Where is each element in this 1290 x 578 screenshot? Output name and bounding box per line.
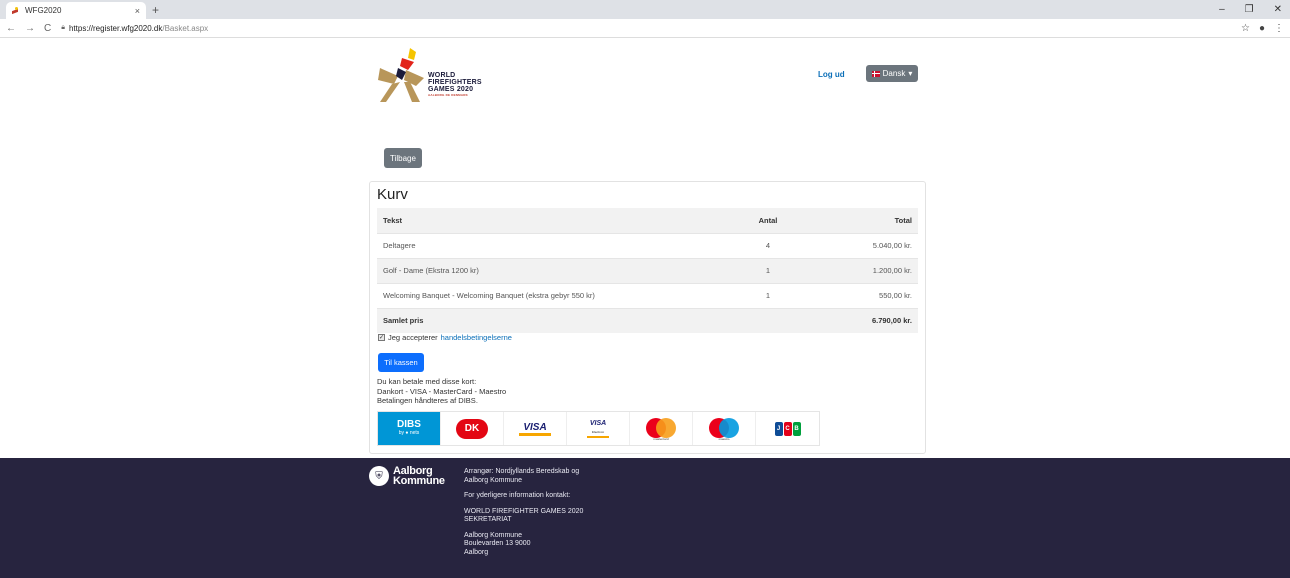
lock-icon[interactable]: 🔒︎ <box>61 24 65 32</box>
terms-accept: ✓ Jeg accepterer handelsbetingelserne <box>378 333 512 342</box>
browser-tab[interactable]: WFG2020 × <box>6 2 146 19</box>
table-row: Golf - Dame (Ekstra 1200 kr) 1 1.200,00 … <box>377 257 918 283</box>
menu-kebab-icon[interactable]: ⋮ <box>1274 23 1284 34</box>
restore-icon[interactable]: ❐ <box>1245 4 1254 15</box>
visa-logo: VISA <box>504 412 567 445</box>
table-row: Deltagere 4 5.040,00 kr. <box>377 232 918 258</box>
new-tab-button[interactable]: + <box>152 3 159 17</box>
column-header-text: Tekst <box>383 215 403 225</box>
row-qty: 1 <box>738 257 798 283</box>
row-total: 550,00 kr. <box>798 282 918 308</box>
payment-info: Du kan betale med disse kort: Dankort - … <box>377 377 506 406</box>
pay-info-line: Betalingen håndteres af DIBS. <box>377 396 478 405</box>
basket-title: Kurv <box>377 186 408 203</box>
table-header-row: Tekst Antal Total <box>377 208 918 233</box>
close-window-icon[interactable]: ✕ <box>1274 4 1282 15</box>
reload-icon[interactable]: C <box>44 23 51 34</box>
address-bar: ← → C 🔒︎ https://register.wfg2020.dk/Bas… <box>0 19 1290 38</box>
aalborg-logo[interactable]: ⛨ Aalborg Kommune <box>369 465 445 487</box>
favicon-icon <box>12 6 20 15</box>
payment-card-logos: DIBS by ● nets DK VISA VISA Electron mast… <box>377 411 820 446</box>
visa-electron-logo: VISA Electron <box>567 412 630 445</box>
pay-info-line: Du kan betale med disse kort: <box>377 377 477 386</box>
row-qty: 4 <box>738 232 798 258</box>
language-dropdown[interactable]: Dansk ▾ <box>866 65 918 82</box>
sum-row: Samlet pris 6.790,00 kr. <box>377 307 918 333</box>
row-total: 5.040,00 kr. <box>798 232 918 258</box>
terms-link[interactable]: handelsbetingelserne <box>441 333 512 342</box>
row-total: 1.200,00 kr. <box>798 257 918 283</box>
firefighter-logo-icon <box>378 48 424 102</box>
basket-table: Tekst Antal Total Deltagere 4 5.040,00 k… <box>377 208 918 333</box>
basket-card: Kurv Tekst Antal Total Deltagere 4 5.040… <box>369 181 926 454</box>
footer-contact-intro: For yderligere information kontakt: <box>464 492 571 499</box>
forward-arrow-icon[interactable]: → <box>25 23 35 34</box>
sum-label: Samlet pris <box>377 307 738 333</box>
row-text: Deltagere <box>377 232 738 258</box>
logout-link[interactable]: Log ud <box>818 70 845 79</box>
back-button[interactable]: Tilbage <box>384 148 422 168</box>
danish-flag-icon <box>871 70 880 77</box>
pay-info-line: Dankort - VISA - MasterCard - Maestro <box>377 386 507 396</box>
accept-label: Jeg accepterer <box>388 333 438 342</box>
footer-address: Aalborg Kommune Boulevarden 13 9000 Aalb… <box>464 531 531 556</box>
row-text: Welcoming Banquet - Welcoming Banquet (e… <box>377 282 738 308</box>
sum-value: 6.790,00 kr. <box>798 307 918 333</box>
toolbar-actions: ☆ ● ⋮ <box>1241 23 1284 34</box>
logo-text: WORLD FIREFIGHTERS GAMES 2020 AALBORG DE… <box>428 72 482 97</box>
table-row: Welcoming Banquet - Welcoming Banquet (e… <box>377 282 918 308</box>
column-header-qty: Antal <box>758 215 778 225</box>
tab-title: WFG2020 <box>25 6 62 15</box>
dankort-logo: DK <box>441 412 504 445</box>
site-header: WORLD FIREFIGHTERS GAMES 2020 AALBORG DE… <box>370 38 926 178</box>
tab-strip: WFG2020 × + – ❐ ✕ <box>0 0 1290 19</box>
profile-icon[interactable]: ● <box>1259 23 1265 34</box>
row-text: Golf - Dame (Ekstra 1200 kr) <box>377 257 738 283</box>
dibs-logo: DIBS by ● nets <box>378 412 441 445</box>
mastercard-logo: mastercard <box>630 412 693 445</box>
row-qty: 1 <box>738 282 798 308</box>
close-tab-icon[interactable]: × <box>135 6 140 16</box>
footer-info: Arrangør: Nordjyllands Beredskab og Aalb… <box>464 468 604 564</box>
language-label: Dansk <box>882 69 906 78</box>
terms-checkbox[interactable]: ✓ <box>378 334 385 341</box>
footer-secretariat: WORLD FIREFIGHTER GAMES 2020 SEKRETARIAT <box>464 507 584 524</box>
jcb-logo: J C B <box>756 412 819 445</box>
site-footer: ⛨ Aalborg Kommune Arrangør: Nordjyllands… <box>0 458 1290 578</box>
checkout-button[interactable]: Til kassen <box>378 353 424 372</box>
minimize-icon[interactable]: – <box>1219 4 1225 15</box>
page-content: WORLD FIREFIGHTERS GAMES 2020 AALBORG DE… <box>0 38 1290 578</box>
aalborg-seal-icon: ⛨ <box>369 466 389 486</box>
window-controls: – ❐ ✕ <box>1219 4 1282 15</box>
url-field[interactable]: https://register.wfg2020.dk/Basket.aspx <box>69 24 208 33</box>
bookmark-star-icon[interactable]: ☆ <box>1241 23 1250 34</box>
aalborg-logo-text: Aalborg Kommune <box>393 465 445 487</box>
back-arrow-icon[interactable]: ← <box>6 23 16 34</box>
maestro-logo: maestro <box>693 412 756 445</box>
nav-buttons: ← → C <box>6 23 51 34</box>
chevron-down-icon: ▾ <box>908 69 913 78</box>
column-header-total: Total <box>894 215 912 225</box>
footer-organizer: Arrangør: Nordjyllands Beredskab og Aalb… <box>464 468 580 484</box>
wfg-logo[interactable]: WORLD FIREFIGHTERS GAMES 2020 AALBORG DE… <box>376 46 486 106</box>
